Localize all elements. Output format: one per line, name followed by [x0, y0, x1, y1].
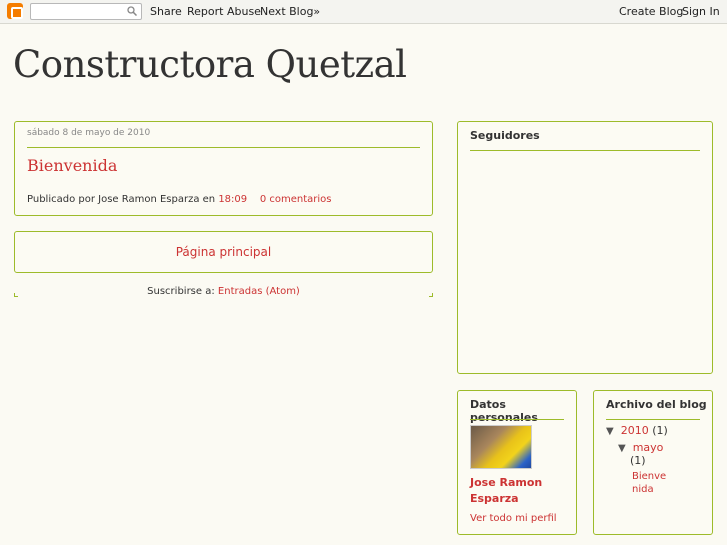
triangle-down-icon[interactable]: ▼ [618, 443, 626, 454]
widget-title: Datos personales [470, 398, 538, 424]
post-time-link[interactable]: 18:09 [218, 194, 247, 205]
divider [606, 419, 700, 420]
widget-title: Archivo del blog [606, 398, 707, 411]
archive-month-link[interactable]: mayo [633, 441, 664, 454]
followers-widget: Seguidores [457, 121, 713, 374]
post-author: Publicado por Jose Ramon Esparza en [27, 194, 216, 205]
comments-link[interactable]: 0 comentarios [260, 194, 332, 205]
post-footer: Publicado por Jose Ramon Esparza en 18:0… [27, 194, 332, 205]
view-profile-link[interactable]: Ver todo mi perfil [470, 513, 557, 524]
divider [470, 150, 700, 151]
archive-widget: Archivo del blog ▼ 2010 (1) ▼ mayo (1) B… [593, 390, 713, 535]
home-box: Página principal [14, 231, 433, 273]
corner-decoration [429, 293, 433, 297]
archive-year-link[interactable]: 2010 [621, 424, 649, 437]
archive-month-count: (1) [630, 454, 646, 467]
home-link[interactable]: Página principal [15, 245, 432, 259]
create-blog-link[interactable]: Create Blog [619, 5, 683, 18]
blog-title[interactable]: Constructora Quetzal [13, 43, 407, 86]
profile-name-link[interactable]: Jose Ramon Esparza [470, 475, 570, 507]
profile-widget: Datos personales Jose Ramon Esparza Ver … [457, 390, 577, 535]
divider [27, 147, 420, 148]
search-input[interactable] [30, 3, 142, 20]
post: sábado 8 de mayo de 2010 Bienvenida Publ… [14, 121, 433, 216]
divider [470, 419, 564, 420]
sign-in-link[interactable]: Sign In [682, 5, 720, 18]
subscribe-label: Suscribirse a: [147, 286, 215, 297]
widget-title: Seguidores [470, 129, 540, 142]
archive-year-count: (1) [652, 424, 668, 437]
post-title[interactable]: Bienvenida [27, 156, 117, 175]
archive-post-link[interactable]: Bienvenida [632, 470, 672, 496]
triangle-down-icon[interactable]: ▼ [606, 426, 614, 437]
blogger-icon[interactable] [7, 3, 23, 19]
report-abuse-link[interactable]: Report Abuse [187, 5, 261, 18]
corner-decoration [14, 293, 18, 297]
share-link[interactable]: Share [150, 5, 182, 18]
subscribe: Suscribirse a: Entradas (Atom) [14, 286, 433, 297]
search-icon[interactable] [127, 6, 137, 16]
next-blog-link[interactable]: Next Blog» [260, 5, 320, 18]
subscribe-link[interactable]: Entradas (Atom) [218, 286, 300, 297]
archive-year-row: ▼ 2010 (1) [606, 424, 668, 439]
avatar[interactable] [470, 425, 532, 469]
post-date: sábado 8 de mayo de 2010 [27, 128, 151, 138]
navbar: Share Report Abuse Next Blog» Create Blo… [0, 0, 727, 24]
